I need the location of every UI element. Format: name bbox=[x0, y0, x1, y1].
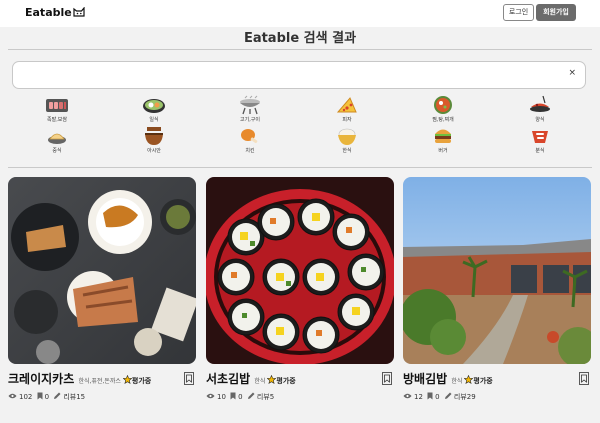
category-label: 한식 bbox=[342, 148, 352, 154]
rating-text: 평가중 bbox=[131, 377, 152, 385]
bookmark-icon[interactable] bbox=[184, 370, 194, 389]
logo[interactable]: Eatable bbox=[25, 6, 85, 20]
restaurant-type: 한식,퓨전,돈까스 bbox=[78, 378, 121, 385]
category-label: 양식 bbox=[535, 117, 545, 123]
page-title: Eatable 검색 결과 bbox=[243, 31, 357, 46]
title-divider bbox=[8, 49, 592, 50]
category-label: 찜,탕,찌개 bbox=[432, 117, 454, 123]
bookmark-icon[interactable] bbox=[579, 370, 589, 389]
stew-icon bbox=[434, 96, 452, 114]
top-header: Eatable 로그인 회원가입 bbox=[0, 0, 600, 27]
category-label: 치킨 bbox=[245, 148, 255, 154]
tteokbokki-icon bbox=[532, 131, 548, 143]
review-count: 리뷰5 bbox=[256, 393, 275, 401]
restaurant-stats: 10 0 리뷰5 bbox=[206, 392, 276, 402]
noodle-bowl-icon bbox=[145, 127, 163, 145]
pasta-icon bbox=[530, 95, 550, 112]
restaurant-photo[interactable] bbox=[403, 177, 591, 364]
restaurant-stats: 102 0 리뷰15 bbox=[8, 392, 87, 402]
restaurant-type: 한식 bbox=[451, 378, 463, 385]
category-label: 고기,구이 bbox=[240, 117, 260, 123]
restaurant-photo[interactable] bbox=[206, 177, 394, 364]
login-button[interactable]: 로그인 bbox=[503, 4, 534, 21]
category-korean[interactable]: 한식 bbox=[317, 126, 377, 160]
review-count: 리뷰29 bbox=[453, 393, 476, 401]
eye-icon bbox=[403, 393, 412, 401]
category-pizza[interactable]: 피자 bbox=[317, 95, 377, 129]
restaurant-name[interactable]: 서초김밥 bbox=[206, 372, 250, 386]
bookmark-count-icon bbox=[427, 392, 433, 402]
restaurant-type: 한식 bbox=[254, 378, 266, 385]
logo-text: Eatable bbox=[25, 6, 72, 19]
category-label: 족발,보쌈 bbox=[47, 117, 67, 123]
eye-icon bbox=[8, 393, 17, 401]
category-divider bbox=[8, 167, 592, 168]
sushi-icon bbox=[143, 99, 165, 113]
grill-icon bbox=[240, 95, 260, 115]
rating-text: 평가중 bbox=[276, 377, 296, 385]
rice-bowl-icon bbox=[338, 128, 356, 145]
category-label: 아시안 bbox=[147, 148, 161, 154]
bookmark-count-icon bbox=[230, 392, 236, 402]
category-burger[interactable]: 버거 bbox=[413, 126, 473, 160]
star-icon bbox=[122, 373, 133, 387]
category-chicken[interactable]: 치킨 bbox=[220, 126, 280, 160]
restaurant-name-row: 방배김밥 한식 평가중 bbox=[403, 370, 493, 387]
pork-slices-icon bbox=[46, 99, 68, 112]
bookmark-count: 0 bbox=[435, 393, 440, 401]
bookmark-icon[interactable] bbox=[382, 370, 392, 389]
pencil-icon bbox=[247, 392, 255, 402]
category-label: 일식 bbox=[149, 117, 159, 123]
rating-text: 평가중 bbox=[473, 377, 493, 385]
category-pork[interactable]: 족발,보쌈 bbox=[27, 95, 87, 129]
category-chinese[interactable]: 중식 bbox=[27, 126, 87, 160]
restaurant-name-row: 크레이지카츠 한식,퓨전,돈까스 평가중 bbox=[8, 370, 151, 387]
burger-icon bbox=[435, 129, 451, 143]
pizza-icon bbox=[336, 97, 357, 113]
dumpling-icon bbox=[48, 133, 66, 144]
signup-button[interactable]: 회원가입 bbox=[536, 4, 576, 21]
view-count: 12 bbox=[414, 393, 423, 401]
restaurant-name-row: 서초김밥 한식 평가중 bbox=[206, 370, 296, 387]
pencil-icon bbox=[444, 392, 452, 402]
category-japanese[interactable]: 일식 bbox=[124, 95, 184, 129]
view-count: 10 bbox=[217, 393, 226, 401]
restaurant-name[interactable]: 크레이지카츠 bbox=[8, 372, 74, 386]
search-box: × bbox=[12, 61, 586, 89]
category-asian[interactable]: 아시안 bbox=[124, 126, 184, 160]
view-count: 102 bbox=[19, 393, 33, 401]
bookmark-count-icon bbox=[37, 392, 43, 402]
bookmark-count: 0 bbox=[44, 393, 50, 401]
category-western[interactable]: 양식 bbox=[510, 95, 570, 129]
search-input[interactable] bbox=[23, 67, 553, 83]
bookmark-count: 0 bbox=[238, 393, 243, 401]
restaurant-stats: 12 0 리뷰29 bbox=[403, 392, 478, 402]
pencil-icon bbox=[53, 392, 61, 402]
review-count: 리뷰15 bbox=[63, 393, 86, 401]
cat-logo-icon bbox=[73, 6, 85, 20]
category-stew[interactable]: 찜,탕,찌개 bbox=[413, 95, 473, 129]
category-label: 중식 bbox=[52, 148, 62, 154]
restaurant-name[interactable]: 방배김밥 bbox=[403, 372, 447, 386]
category-label: 피자 bbox=[342, 117, 352, 123]
category-label: 분식 bbox=[535, 148, 545, 154]
chicken-icon bbox=[241, 129, 258, 144]
category-label: 버거 bbox=[438, 148, 448, 154]
eye-icon bbox=[206, 393, 215, 401]
restaurant-photo[interactable] bbox=[8, 177, 196, 364]
clear-search-icon[interactable]: × bbox=[568, 68, 576, 78]
category-snack[interactable]: 분식 bbox=[510, 126, 570, 160]
category-grill[interactable]: 고기,구이 bbox=[220, 95, 280, 129]
